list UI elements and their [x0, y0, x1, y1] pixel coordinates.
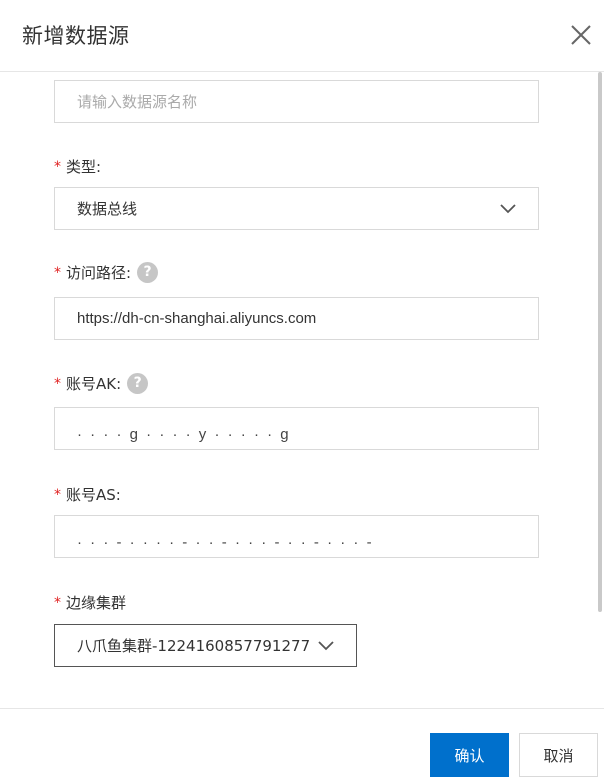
type-label: * 类型:	[54, 156, 101, 177]
scrollbar-thumb[interactable]	[598, 72, 602, 612]
account-as-input[interactable]: · · · - · · · · - · · - · · · - · · - · …	[54, 515, 539, 558]
confirm-button[interactable]: 确认	[430, 733, 509, 777]
chevron-down-icon	[500, 203, 516, 213]
account-ak-label-text: 账号AK:	[66, 375, 122, 393]
account-as-label: * 账号AS:	[54, 484, 121, 505]
required-mark: *	[54, 375, 61, 392]
dialog-header: 新增数据源	[0, 0, 604, 72]
type-select-value: 数据总线	[77, 200, 138, 218]
close-icon	[571, 25, 591, 45]
add-datasource-dialog: 新增数据源 请输入数据源名称 * 类型: 数据总线 * 访问路径: ? http…	[0, 0, 604, 778]
dialog-footer: 确认 取消	[0, 708, 604, 778]
type-label-text: 类型:	[66, 158, 102, 176]
account-as-value: · · · - · · · · - · · - · · · - · · - · …	[77, 534, 374, 551]
datasource-name-input[interactable]: 请输入数据源名称	[54, 80, 539, 123]
edge-cluster-label: * 边缘集群	[54, 592, 126, 613]
account-ak-input[interactable]: · · · · g · · · · y · · · · · g	[54, 407, 539, 450]
edge-cluster-select[interactable]: 八爪鱼集群-1224160857791277	[54, 624, 357, 667]
close-button[interactable]	[568, 22, 594, 48]
required-mark: *	[54, 158, 61, 175]
dialog-body: 请输入数据源名称 * 类型: 数据总线 * 访问路径: ? https://dh…	[0, 72, 604, 708]
account-ak-label: * 账号AK: ?	[54, 373, 149, 394]
help-icon[interactable]: ?	[137, 262, 159, 283]
chevron-down-icon	[318, 640, 334, 650]
required-mark: *	[54, 264, 61, 281]
access-path-input[interactable]: https://dh-cn-shanghai.aliyuncs.com	[54, 297, 539, 340]
required-mark: *	[54, 594, 61, 611]
access-path-label: * 访问路径: ?	[54, 262, 159, 283]
type-select[interactable]: 数据总线	[54, 187, 539, 230]
account-ak-value: · · · · g · · · · y · · · · · g	[77, 426, 291, 443]
access-path-value: https://dh-cn-shanghai.aliyuncs.com	[77, 310, 317, 327]
help-icon[interactable]: ?	[127, 373, 149, 394]
access-path-label-text: 访问路径:	[66, 264, 132, 282]
required-mark: *	[54, 486, 61, 503]
account-as-label-text: 账号AS:	[66, 486, 121, 504]
cancel-button[interactable]: 取消	[519, 733, 598, 777]
datasource-name-placeholder: 请输入数据源名称	[77, 94, 198, 111]
dialog-title: 新增数据源	[22, 24, 130, 48]
edge-cluster-select-value: 八爪鱼集群-1224160857791277	[77, 637, 311, 655]
edge-cluster-label-text: 边缘集群	[66, 594, 127, 612]
